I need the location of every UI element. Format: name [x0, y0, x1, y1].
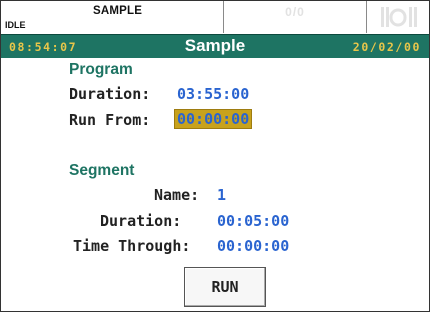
- segment-name-value: 1: [217, 186, 227, 204]
- alarm-box[interactable]: [367, 1, 429, 33]
- segment-heading: Segment: [69, 162, 135, 179]
- run-button[interactable]: RUN: [184, 267, 266, 307]
- run-state: IDLE: [5, 20, 26, 30]
- program-duration-label: Duration:: [69, 85, 151, 103]
- segment-duration-value: 00:05:00: [217, 212, 290, 230]
- time-through-label: Time Through:: [73, 237, 191, 255]
- status-strip: SAMPLE IDLE 0/0: [1, 1, 429, 33]
- recorder-screen: SAMPLE IDLE 0/0 08:54:07 Sample 20/02/00…: [0, 0, 430, 312]
- run-from-field[interactable]: 00:00:00: [173, 109, 253, 129]
- program-duration-value: 03:55:00: [177, 85, 250, 103]
- time-through-value: 00:00:00: [217, 237, 290, 255]
- clock-date: 20/02/00: [352, 40, 421, 54]
- batch-status-box[interactable]: SAMPLE IDLE: [1, 1, 224, 33]
- segment-duration-label: Duration:: [100, 212, 182, 230]
- title-bar: 08:54:07 Sample 20/02/00: [1, 34, 429, 58]
- message-counter: 0/0: [285, 5, 305, 19]
- batch-name: SAMPLE: [93, 5, 143, 17]
- message-counter-box[interactable]: 0/0: [224, 1, 367, 33]
- program-heading: Program: [69, 61, 133, 78]
- segment-name-label: Name:: [154, 186, 200, 204]
- run-from-label: Run From:: [69, 111, 151, 129]
- alarm-bell-icon: [381, 7, 417, 27]
